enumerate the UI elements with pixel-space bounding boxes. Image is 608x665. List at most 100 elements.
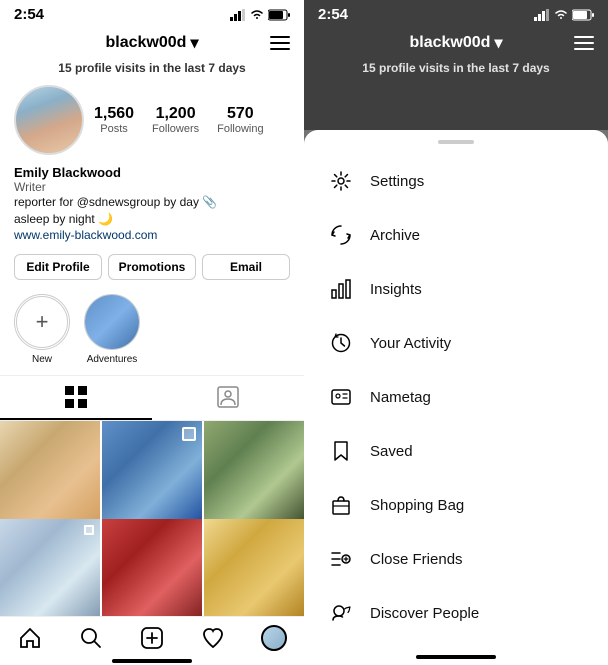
action-buttons: Edit Profile Promotions Email: [0, 250, 304, 290]
shopping-label: Shopping Bag: [370, 497, 464, 514]
right-status-time: 2:54: [318, 6, 348, 23]
heart-icon: [201, 626, 225, 650]
menu-item-activity[interactable]: Your Activity: [304, 316, 608, 370]
stat-posts: 1,560 Posts: [94, 105, 134, 135]
menu-item-discover[interactable]: Discover People: [304, 586, 608, 640]
photo-cell-1[interactable]: [0, 421, 100, 521]
menu-handle: [438, 140, 474, 144]
activity-label: Your Activity: [370, 335, 451, 352]
bio-title: Writer: [14, 180, 290, 194]
new-highlight-label: New: [32, 354, 52, 365]
photo-cell-4[interactable]: [0, 519, 100, 616]
right-hamburger-button[interactable]: [574, 36, 594, 50]
email-button[interactable]: Email: [202, 254, 290, 280]
photo-cell-5[interactable]: [102, 519, 202, 616]
menu-item-archive[interactable]: Archive: [304, 208, 608, 262]
status-bar: 2:54: [0, 0, 304, 27]
menu-icon: [270, 36, 290, 50]
posts-label: Posts: [100, 123, 128, 135]
nametag-label: Nametag: [370, 389, 431, 406]
bottom-indicator-right: [416, 655, 496, 659]
bio-link[interactable]: www.emily-blackwood.com: [14, 228, 290, 242]
stat-following[interactable]: 570 Following: [217, 105, 263, 135]
menu-item-facebook[interactable]: Open Facebook: [304, 640, 608, 651]
signal-icon: [230, 9, 246, 21]
grid-icon: [65, 386, 87, 408]
photo-cell-3[interactable]: [204, 421, 304, 521]
right-status-icons: [534, 9, 594, 21]
settings-icon: [328, 168, 354, 194]
right-top-nav: blackw00d ▾: [304, 27, 608, 59]
profile-visits: 15 profile visits in the last 7 days: [0, 59, 304, 81]
username-button[interactable]: blackw00d ▾: [106, 33, 199, 53]
following-count: 570: [227, 105, 254, 123]
nav-profile[interactable]: [243, 625, 304, 651]
edit-profile-button[interactable]: Edit Profile: [14, 254, 102, 280]
settings-label: Settings: [370, 173, 424, 190]
tab-tagged[interactable]: [152, 376, 304, 420]
bio-section: Emily Blackwood Writer reporter for @sdn…: [0, 163, 304, 250]
home-icon: [18, 626, 42, 650]
add-icon: [140, 626, 164, 650]
right-chevron-icon: ▾: [494, 33, 502, 53]
nav-avatar: [261, 625, 287, 651]
following-label: Following: [217, 123, 263, 135]
right-username-button[interactable]: blackw00d ▾: [410, 33, 503, 53]
right-visits-count: 15: [362, 61, 375, 75]
new-highlight-circle: +: [14, 294, 70, 350]
friends-icon: [328, 546, 354, 572]
add-highlight-icon: +: [16, 296, 68, 348]
promotions-button[interactable]: Promotions: [108, 254, 196, 280]
photo-cell-6[interactable]: [204, 519, 304, 616]
menu-item-settings[interactable]: Settings: [304, 154, 608, 208]
nav-home[interactable]: [0, 625, 61, 651]
photo-grid: [0, 421, 304, 616]
tab-grid[interactable]: [0, 376, 152, 420]
profile-header: 1,560 Posts 1,200 Followers 570 Followin…: [0, 81, 304, 163]
search-icon: [79, 626, 103, 650]
menu-item-shopping[interactable]: Shopping Bag: [304, 478, 608, 532]
avatar: [14, 85, 84, 155]
right-menu-icon: [574, 36, 594, 50]
menu-item-friends[interactable]: Close Friends: [304, 532, 608, 586]
menu-item-saved[interactable]: Saved: [304, 424, 608, 478]
menu-item-insights[interactable]: Insights: [304, 262, 608, 316]
photo-cell-2[interactable]: [102, 421, 202, 521]
top-nav: blackw00d ▾: [0, 27, 304, 59]
right-username-label: blackw00d: [410, 34, 491, 52]
bio-name: Emily Blackwood: [14, 165, 290, 180]
dimmed-top: 2:54: [304, 0, 608, 130]
highlight-new[interactable]: + New: [14, 294, 70, 365]
saved-label: Saved: [370, 443, 413, 460]
insights-label: Insights: [370, 281, 422, 298]
visits-count: 15: [58, 61, 71, 75]
nav-search[interactable]: [61, 625, 122, 651]
battery-icon: [268, 9, 290, 21]
stats-row: 1,560 Posts 1,200 Followers 570 Followin…: [94, 105, 290, 135]
menu-items-list: Settings Archive: [304, 150, 608, 651]
grid-tabs: [0, 375, 304, 421]
menu-sheet: Settings Archive: [304, 130, 608, 665]
visits-text: profile visits in the last 7 days: [75, 61, 246, 75]
status-icons: [230, 9, 290, 21]
hamburger-button[interactable]: [270, 36, 290, 50]
menu-item-nametag[interactable]: Nametag: [304, 370, 608, 424]
stat-followers[interactable]: 1,200 Followers: [152, 105, 199, 135]
adventures-highlight-circle: [84, 294, 140, 350]
chevron-down-icon: ▾: [190, 33, 198, 53]
nav-heart[interactable]: [182, 625, 243, 651]
posts-count: 1,560: [94, 105, 134, 123]
nav-add[interactable]: [122, 625, 183, 651]
discover-icon: [328, 600, 354, 626]
highlights-row: + New Adventures: [0, 290, 304, 375]
bottom-nav: [0, 616, 304, 655]
highlight-adventures[interactable]: Adventures: [84, 294, 140, 365]
username-label: blackw00d: [106, 34, 187, 52]
archive-icon: [328, 222, 354, 248]
adventures-highlight-label: Adventures: [87, 354, 138, 365]
saved-icon: [328, 438, 354, 464]
insights-icon: [328, 276, 354, 302]
right-panel: 2:54: [304, 0, 608, 665]
activity-icon: [328, 330, 354, 356]
right-signal-icon: [534, 9, 550, 21]
